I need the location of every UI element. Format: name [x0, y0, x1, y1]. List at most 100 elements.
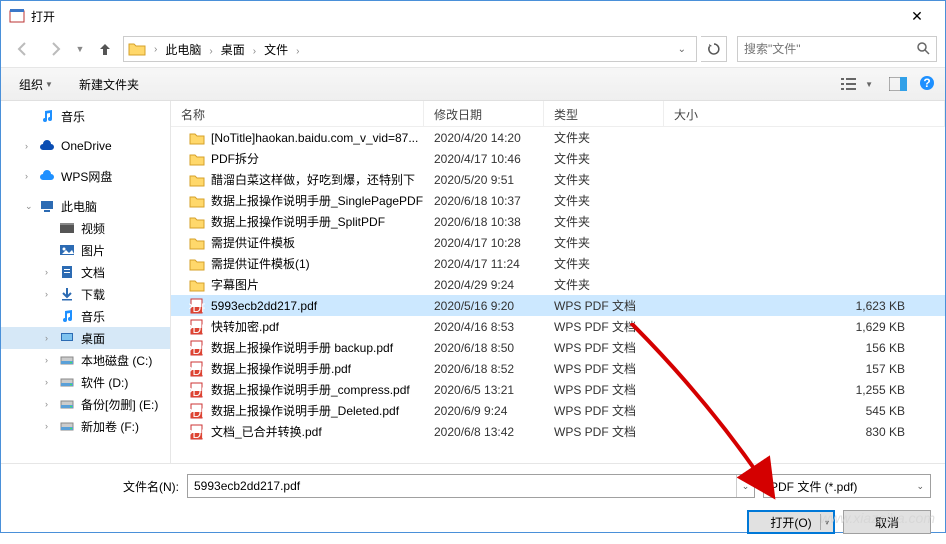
column-header-date[interactable]: 修改日期 — [424, 101, 544, 126]
open-button-dropdown[interactable]: ▾ — [820, 514, 829, 530]
music-icon — [39, 108, 55, 124]
breadcrumb-此电脑[interactable]: 此电脑 — [161, 41, 205, 59]
file-row[interactable]: 字幕图片2020/4/29 9:24文件夹 — [171, 274, 945, 295]
expand-icon[interactable]: › — [45, 377, 57, 387]
file-type: 文件夹 — [544, 129, 664, 146]
file-row[interactable]: PDF拆分2020/4/17 10:46文件夹 — [171, 148, 945, 169]
sidebar-item-OneDrive[interactable]: ›OneDrive — [1, 135, 170, 157]
organize-button[interactable]: 组织 ▼ — [11, 73, 61, 96]
sidebar-item-图片[interactable]: 图片 — [1, 239, 170, 261]
column-header-name[interactable]: 名称 — [171, 101, 424, 126]
expand-icon[interactable]: › — [45, 267, 57, 277]
folder-icon — [189, 193, 205, 209]
sidebar-item-此电脑[interactable]: ⌄此电脑 — [1, 195, 170, 217]
search-icon[interactable] — [916, 41, 930, 58]
breadcrumb-文件[interactable]: 文件 — [260, 41, 292, 59]
expand-icon[interactable]: › — [25, 171, 37, 181]
file-date: 2020/6/5 13:21 — [424, 383, 544, 397]
expand-icon[interactable]: › — [45, 333, 57, 343]
expand-icon[interactable]: › — [45, 289, 57, 299]
filename-combo[interactable]: ⌄ — [187, 474, 755, 498]
sidebar-item-label: 备份[勿删] (E:) — [81, 396, 158, 413]
nav-recent-dropdown[interactable]: ▼ — [73, 35, 87, 63]
sidebar-item-音乐[interactable]: 音乐 — [1, 305, 170, 327]
file-type: 文件夹 — [544, 234, 664, 251]
file-row[interactable]: PDF快转加密.pdf2020/4/16 8:53WPS PDF 文档1,629… — [171, 316, 945, 337]
file-row[interactable]: PDF数据上报操作说明手册.pdf2020/6/18 8:52WPS PDF 文… — [171, 358, 945, 379]
filetype-dropdown[interactable]: ⌄ — [916, 481, 924, 492]
file-row[interactable]: [NoTitle]haokan.baidu.com_v_vid=87...202… — [171, 127, 945, 148]
file-type: 文件夹 — [544, 150, 664, 167]
sidebar-item-音乐[interactable]: 音乐 — [1, 105, 170, 127]
disk-icon — [59, 352, 75, 368]
breadcrumb[interactable]: › 此电脑›桌面›文件› ⌄ — [123, 36, 697, 62]
file-row[interactable]: 醋溜白菜这样做，好吃到爆，还特别下2020/5/20 9:51文件夹 — [171, 169, 945, 190]
sidebar-item-备份[勿删] (E:)[interactable]: › 备份[勿删] (E:) — [1, 393, 170, 415]
file-row[interactable]: PDF数据上报操作说明手册 backup.pdf2020/6/18 8:50WP… — [171, 337, 945, 358]
file-date: 2020/4/17 10:46 — [424, 152, 544, 166]
file-row[interactable]: 需提供证件模板(1)2020/4/17 11:24文件夹 — [171, 253, 945, 274]
help-button[interactable]: ? — [919, 75, 935, 94]
sidebar-item-WPS网盘[interactable]: ›WPS网盘 — [1, 165, 170, 187]
svg-text:PDF: PDF — [189, 343, 205, 356]
breadcrumb-dropdown[interactable]: ⌄ — [672, 44, 692, 55]
expand-icon[interactable]: › — [45, 399, 57, 409]
new-folder-button[interactable]: 新建文件夹 — [71, 73, 147, 96]
expand-icon[interactable]: › — [45, 421, 57, 431]
search-input[interactable] — [744, 42, 916, 56]
file-type: WPS PDF 文档 — [544, 423, 664, 440]
preview-pane-button[interactable] — [885, 75, 911, 93]
file-type: WPS PDF 文档 — [544, 381, 664, 398]
file-row[interactable]: 数据上报操作说明手册_SplitPDF2020/6/18 10:38文件夹 — [171, 211, 945, 232]
open-button[interactable]: 打开(O)▾ — [747, 510, 835, 534]
column-header-size[interactable]: 大小 — [664, 101, 945, 126]
nav-back-button — [9, 35, 37, 63]
filename-label: 文件名(N): — [15, 478, 179, 495]
chevron-right-icon: › — [205, 46, 216, 57]
file-size: 830 KB — [664, 425, 945, 439]
sidebar-item-新加卷 (F:)[interactable]: › 新加卷 (F:) — [1, 415, 170, 437]
cancel-button[interactable]: 取消 — [843, 510, 931, 534]
file-row[interactable]: PDF文档_已合并转换.pdf2020/6/8 13:42WPS PDF 文档8… — [171, 421, 945, 442]
sidebar: 音乐›OneDrive›WPS网盘⌄此电脑视频图片›文档›下载音乐›桌面›本地磁… — [1, 101, 171, 463]
sidebar-item-桌面[interactable]: › 桌面 — [1, 327, 170, 349]
search-box[interactable] — [737, 36, 937, 62]
file-date: 2020/4/16 8:53 — [424, 320, 544, 334]
nav-up-button[interactable] — [91, 35, 119, 63]
sidebar-item-下载[interactable]: ›下载 — [1, 283, 170, 305]
file-row[interactable]: PDF数据上报操作说明手册_compress.pdf2020/6/5 13:21… — [171, 379, 945, 400]
file-row[interactable]: 数据上报操作说明手册_SinglePagePDF2020/6/18 10:37文… — [171, 190, 945, 211]
sidebar-item-label: 新加卷 (F:) — [81, 418, 139, 435]
filetype-combo[interactable]: PDF 文件 (*.pdf) ⌄ — [763, 474, 931, 498]
nav-forward-button — [41, 35, 69, 63]
file-row[interactable]: PDF5993ecb2dd217.pdf2020/5/16 9:20WPS PD… — [171, 295, 945, 316]
file-row[interactable]: 需提供证件模板2020/4/17 10:28文件夹 — [171, 232, 945, 253]
sidebar-item-文档[interactable]: ›文档 — [1, 261, 170, 283]
expand-icon[interactable]: › — [25, 141, 37, 151]
sidebar-item-本地磁盘 (C:)[interactable]: ›本地磁盘 (C:) — [1, 349, 170, 371]
close-button[interactable]: ✕ — [897, 1, 937, 31]
file-type: 文件夹 — [544, 192, 664, 209]
sidebar-item-视频[interactable]: 视频 — [1, 217, 170, 239]
disk-icon — [59, 396, 75, 412]
expand-icon[interactable]: › — [45, 355, 57, 365]
expand-icon[interactable]: ⌄ — [25, 201, 37, 212]
sidebar-item-label: 桌面 — [81, 330, 105, 347]
folder-icon — [189, 277, 205, 293]
sidebar-item-label: 视频 — [81, 220, 105, 237]
view-list-button[interactable]: ▼ — [837, 74, 877, 94]
sidebar-item-软件 (D:)[interactable]: ›软件 (D:) — [1, 371, 170, 393]
breadcrumb-桌面[interactable]: 桌面 — [217, 41, 249, 59]
file-date: 2020/5/16 9:20 — [424, 299, 544, 313]
filename-dropdown[interactable]: ⌄ — [736, 475, 754, 497]
column-header-type[interactable]: 类型 — [544, 101, 664, 126]
cloud-icon — [39, 168, 55, 184]
file-date: 2020/6/18 8:52 — [424, 362, 544, 376]
file-date: 2020/5/20 9:51 — [424, 173, 544, 187]
refresh-button[interactable] — [701, 36, 727, 62]
filename-input[interactable] — [188, 479, 736, 493]
file-name: 数据上报操作说明手册_SinglePagePDF — [211, 192, 423, 209]
file-row[interactable]: PDF数据上报操作说明手册_Deleted.pdf2020/6/9 9:24WP… — [171, 400, 945, 421]
file-date: 2020/4/29 9:24 — [424, 278, 544, 292]
file-name: 文档_已合并转换.pdf — [211, 423, 322, 440]
